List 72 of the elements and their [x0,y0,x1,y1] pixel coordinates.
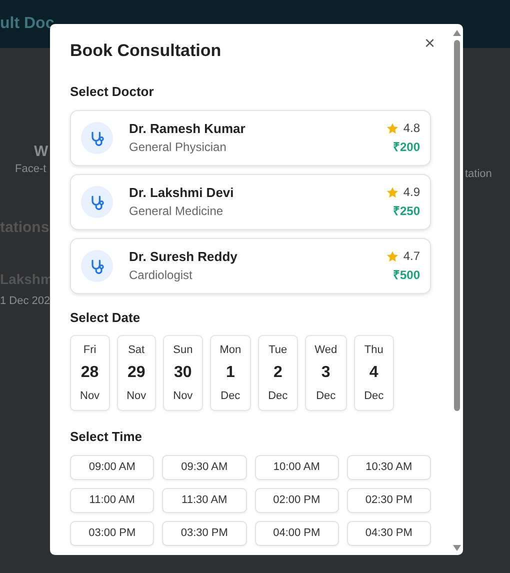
doctor-card[interactable]: Dr. Lakshmi Devi General Medicine 4.9 ₹250 [70,174,431,230]
background-text: 1 Dec 202 [0,294,50,309]
time-slot-button[interactable]: 02:00 PM [254,488,339,512]
month-label: Nov [173,388,193,404]
time-slot-button[interactable]: 09:00 AM [70,454,154,480]
day-number: 4 [369,363,378,383]
doctor-specialty: General Physician [129,140,228,154]
date-option[interactable]: Sat 29 Nov [116,335,156,411]
doctor-fee: ₹500 [392,268,420,282]
doctor-fee: ₹200 [392,140,420,154]
doctor-name: Dr. Ramesh Kumar [129,120,246,136]
day-number: 2 [273,363,282,383]
day-number: 3 [321,363,330,383]
weekday-label: Thu [364,343,384,358]
weekday-label: Fri [83,343,96,358]
avatar-icon [81,122,113,154]
weekday-label: Tue [268,343,288,358]
day-number: 1 [226,363,235,383]
doctor-card[interactable]: Dr. Ramesh Kumar General Physician 4.8 ₹200 [70,110,431,166]
month-label: Dec [220,388,240,404]
time-slot-button[interactable]: 02:30 PM [346,488,431,512]
day-number: 30 [174,363,192,383]
section-heading: Select Time [70,428,144,446]
time-slot-button[interactable]: 04:00 PM [254,520,339,546]
month-label: Nov [80,388,100,404]
date-option[interactable]: Mon 1 Dec [210,335,252,411]
background-text: tation [465,167,493,182]
date-option[interactable]: Tue 2 Dec [258,335,298,411]
time-slot-button[interactable]: 03:30 PM [162,520,246,546]
month-label: Dec [268,388,288,404]
weekday-label: Wed [314,343,338,358]
page-title: ult Doc [0,15,54,32]
doctor-rating: 4.8 [403,121,420,136]
time-slot-button[interactable]: 10:30 AM [346,454,431,480]
weekday-label: Sat [128,343,145,358]
date-option[interactable]: Wed 3 Dec [304,335,348,411]
scrollbar[interactable] [452,28,462,551]
day-number: 28 [80,363,99,383]
doctor-card[interactable]: Dr. Suresh Reddy Cardiologist 4.7 ₹500 [70,238,431,294]
weekday-label: Sun [173,343,193,358]
background-text: W [34,144,50,159]
doctor-fee: ₹250 [392,204,420,218]
dialog-title: Book Consultation [70,41,222,62]
doctor-rating: 4.9 [403,185,420,200]
weekday-label: Mon [220,343,242,358]
month-label: Dec [364,388,384,404]
date-option[interactable]: Thu 4 Dec [354,335,394,411]
section-heading: Select Doctor [70,83,155,101]
time-slot-button[interactable]: 09:30 AM [162,454,246,480]
time-slot-button[interactable]: 11:30 AM [162,488,246,512]
section-heading: Select Date [70,308,142,326]
time-slot-button[interactable]: 11:00 AM [70,488,154,512]
date-option[interactable]: Sun 30 Nov [163,335,203,411]
avatar-icon [81,250,113,282]
month-label: Dec [316,388,336,404]
doctor-name: Dr. Suresh Reddy [129,248,238,264]
avatar-icon [81,186,113,218]
star-icon [386,186,400,199]
time-slot-button[interactable]: 10:00 AM [254,454,339,480]
time-slot-button[interactable]: 04:30 PM [346,520,431,546]
star-icon [386,250,400,263]
time-slot-button[interactable]: 03:00 PM [70,520,154,546]
date-option[interactable]: Fri 28 Nov [70,335,110,411]
day-number: 29 [127,363,146,383]
doctor-specialty: General Medicine [129,204,224,218]
close-button[interactable]: × [420,34,439,52]
doctor-rating: 4.7 [403,249,420,264]
month-label: Nov [126,388,146,404]
star-icon [386,122,400,135]
doctor-name: Dr. Lakshmi Devi [129,184,235,200]
background-text: Face-t [15,162,48,177]
doctor-specialty: Cardiologist [129,268,194,282]
